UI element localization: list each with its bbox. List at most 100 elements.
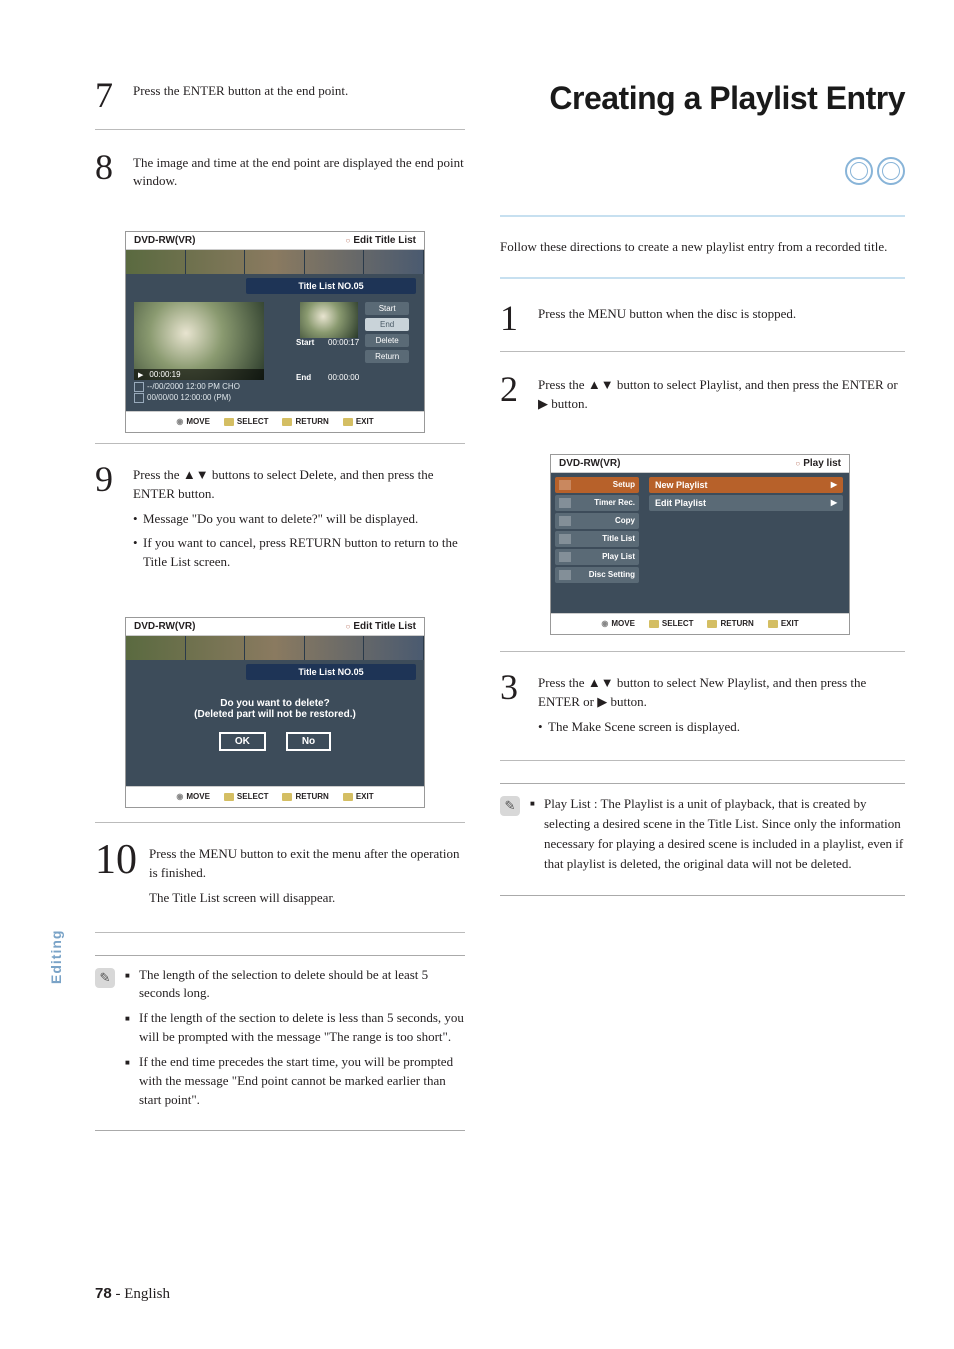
end-value: 00:00:00 xyxy=(328,373,359,382)
screenshot-playlist-menu: DVD-RW(VR) Play list Setup Timer Rec. Co… xyxy=(550,454,850,635)
ss-menubar: MOVE SELECT RETURN EXIT xyxy=(126,411,424,432)
right-column: Creating a Playlist Entry Follow these d… xyxy=(500,80,905,896)
start-value: 00:00:17 xyxy=(328,338,359,347)
page-lang: English xyxy=(124,1286,170,1302)
preview-thumb: 00:00:19 xyxy=(134,302,264,380)
screenshot-edit-title-list: DVD-RW(VR) Edit Title List Title List NO… xyxy=(125,231,425,433)
disc-badge-icon xyxy=(845,157,873,185)
ss-title-right: Edit Title List xyxy=(346,235,416,246)
ss-title-left: DVD-RW(VR) xyxy=(134,621,195,632)
note-icon: ✎ xyxy=(500,796,520,816)
step-text: Press the ▲▼ buttons to select Delete, a… xyxy=(133,466,465,504)
ss-body: Title List NO.05 00:00:19 --/00/2000 12:… xyxy=(126,250,424,411)
btn-no[interactable]: No xyxy=(286,732,331,751)
sidebar-item-copy[interactable]: Copy xyxy=(555,513,639,529)
menu-exit: EXIT xyxy=(343,417,374,426)
step-2: 2 Press the ▲▼ button to select Playlist… xyxy=(500,374,905,432)
row-new-playlist[interactable]: New Playlist▶ xyxy=(649,477,843,493)
bullet: Message "Do you want to delete?" will be… xyxy=(133,510,465,528)
step-body: Press the ▲▼ button to select New Playli… xyxy=(538,672,905,742)
disc-badges xyxy=(500,157,905,185)
menu-return: RETURN xyxy=(282,792,328,801)
ss-title-left: DVD-RW(VR) xyxy=(559,458,620,469)
btn-delete[interactable]: Delete xyxy=(365,334,409,347)
ss-titlebar: DVD-RW(VR) Edit Title List xyxy=(126,232,424,250)
ss-titlebar: DVD-RW(VR) Play list xyxy=(551,455,849,473)
ss-menubar: MOVE SELECT RETURN EXIT xyxy=(126,786,424,807)
step-body: Press the MENU button to exit the menu a… xyxy=(149,843,465,914)
sidebar-item-setup[interactable]: Setup xyxy=(555,477,639,493)
menu-return: RETURN xyxy=(707,619,753,628)
title-badge: Title List NO.05 xyxy=(246,664,416,680)
disc-badge-icon xyxy=(877,157,905,185)
step-3: 3 Press the ▲▼ button to select New Play… xyxy=(500,672,905,761)
step-text: Press the MENU button to exit the menu a… xyxy=(149,845,465,883)
sidebar-item-title-list[interactable]: Title List xyxy=(555,531,639,547)
menu-exit: EXIT xyxy=(343,792,374,801)
main-pane: New Playlist▶ Edit Playlist▶ xyxy=(643,473,849,613)
step-1: 1 Press the MENU button when the disc is… xyxy=(500,303,905,353)
note-item: Play List : The Playlist is a unit of pl… xyxy=(530,794,905,875)
menu-move: MOVE xyxy=(176,792,210,801)
menu-select: SELECT xyxy=(224,792,269,801)
note-list: Play List : The Playlist is a unit of pl… xyxy=(530,794,905,881)
menu-move: MOVE xyxy=(176,417,210,426)
step-number: 1 xyxy=(500,303,526,334)
btn-start[interactable]: Start xyxy=(365,302,409,315)
ss-title-right: Edit Title List xyxy=(346,621,416,632)
page-footer: 78 - English xyxy=(95,1285,170,1303)
step-number: 7 xyxy=(95,80,121,111)
step-9: 9 Press the ▲▼ buttons to select Delete,… xyxy=(95,464,465,594)
ss-title-right: Play list xyxy=(795,458,841,469)
btn-ok[interactable]: OK xyxy=(219,732,266,751)
sidebar-item-timer[interactable]: Timer Rec. xyxy=(555,495,639,511)
step-8: 8 The image and time at the end point ar… xyxy=(95,152,465,210)
page-number: 78 xyxy=(95,1285,112,1302)
note-item: If the end time precedes the start time,… xyxy=(125,1053,465,1110)
section-heading: Creating a Playlist Entry xyxy=(500,80,905,117)
note-icon: ✎ xyxy=(95,968,115,988)
mini-thumb xyxy=(300,302,358,338)
section-title-box: Creating a Playlist Entry xyxy=(500,80,905,217)
confirm-dialog: Do you want to delete? (Deleted part wil… xyxy=(126,684,424,761)
ss-body: Setup Timer Rec. Copy Title List Play Li… xyxy=(551,473,849,613)
menu-select: SELECT xyxy=(649,619,694,628)
menu-return: RETURN xyxy=(282,417,328,426)
btn-end[interactable]: End xyxy=(365,318,409,331)
step-text: The image and time at the end point are … xyxy=(133,152,465,192)
menu-move: MOVE xyxy=(601,619,635,628)
sidebar-item-play-list[interactable]: Play List xyxy=(555,549,639,565)
side-tab-label: Editing xyxy=(48,930,64,984)
intro-text: Follow these directions to create a new … xyxy=(500,237,905,279)
ss-title-left: DVD-RW(VR) xyxy=(134,235,195,246)
end-label: End xyxy=(296,373,324,382)
ss-body: Title List NO.05 Do you want to delete? … xyxy=(126,636,424,786)
ss-titlebar: DVD-RW(VR) Edit Title List xyxy=(126,618,424,636)
screenshot-delete-confirm: DVD-RW(VR) Edit Title List Title List NO… xyxy=(125,617,425,808)
step-number: 9 xyxy=(95,464,121,576)
note-list: The length of the selection to delete sh… xyxy=(125,966,465,1116)
row-edit-playlist[interactable]: Edit Playlist▶ xyxy=(649,495,843,511)
step-text: Press the MENU button when the disc is s… xyxy=(538,303,905,334)
step-10: 10 Press the MENU button to exit the men… xyxy=(95,843,465,933)
sidebar: Setup Timer Rec. Copy Title List Play Li… xyxy=(551,473,643,613)
sidebar-item-disc-setting[interactable]: Disc Setting xyxy=(555,567,639,583)
ss-menubar: MOVE SELECT RETURN EXIT xyxy=(551,613,849,634)
step-body: Press the ▲▼ buttons to select Delete, a… xyxy=(133,464,465,576)
step-number: 2 xyxy=(500,374,526,414)
note-item: If the length of the section to delete i… xyxy=(125,1009,465,1047)
step-number: 10 xyxy=(95,843,137,914)
thumb-strip xyxy=(126,636,424,660)
menu-exit: EXIT xyxy=(768,619,799,628)
step-text: The Title List screen will disappear. xyxy=(149,889,465,908)
btn-return[interactable]: Return xyxy=(365,350,409,363)
manual-page: 7 Press the ENTER button at the end poin… xyxy=(0,0,954,1349)
meta-lines: --/00/2000 12:00 PM CHO 00/00/00 12:00:0… xyxy=(134,382,288,403)
left-column: 7 Press the ENTER button at the end poin… xyxy=(95,80,465,1131)
dialog-line1: Do you want to delete? xyxy=(126,698,424,709)
bullet: If you want to cancel, press RETURN butt… xyxy=(133,534,465,570)
note-item: The length of the selection to delete sh… xyxy=(125,966,465,1004)
step-text: Press the ENTER button at the end point. xyxy=(133,80,465,111)
dialog-line2: (Deleted part will not be restored.) xyxy=(126,709,424,720)
step-7: 7 Press the ENTER button at the end poin… xyxy=(95,80,465,130)
